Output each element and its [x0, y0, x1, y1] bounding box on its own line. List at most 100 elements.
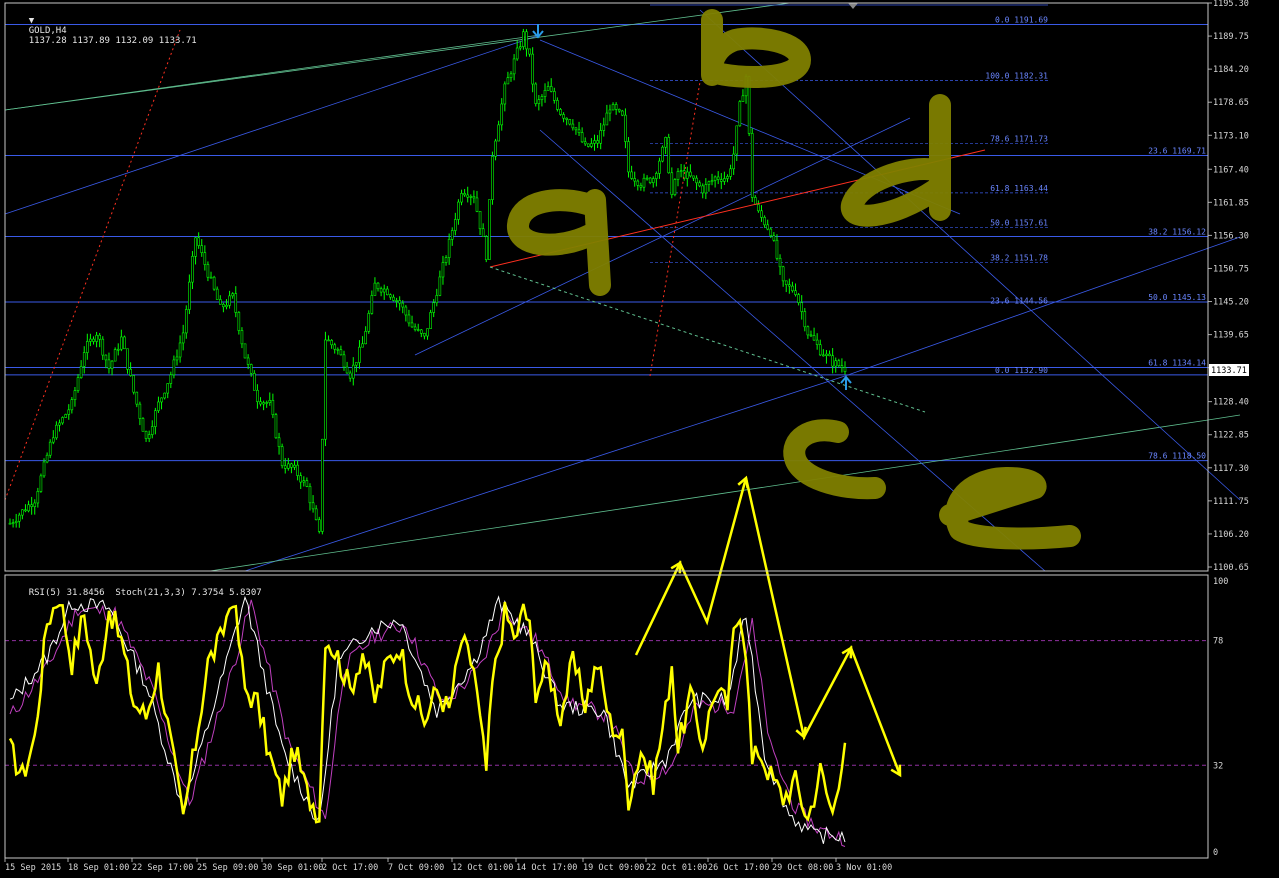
candle-body — [509, 73, 513, 78]
price-tick-label: 1128.40 — [1213, 398, 1249, 408]
price-tick-label: 1145.20 — [1213, 298, 1249, 308]
candle-body — [812, 335, 816, 341]
candle-body — [330, 340, 333, 346]
candle-body — [110, 360, 114, 369]
candle-body — [834, 360, 838, 367]
candle-body — [271, 400, 275, 415]
candle-body — [540, 96, 544, 100]
price-chart[interactable]: 0.0 1191.69 100.0 1182.31 78.6 1171.73 61.8… — [0, 0, 1279, 875]
price-tick-label: 1150.75 — [1213, 264, 1249, 274]
candle-body — [797, 294, 800, 303]
candle-body — [401, 302, 405, 308]
candle-body — [345, 366, 349, 374]
candle-body — [389, 294, 392, 298]
candle-body — [107, 359, 111, 369]
candle-body — [200, 245, 204, 253]
price-tick-label: 1173.10 — [1213, 131, 1249, 141]
candle-body — [370, 295, 374, 314]
candle-body — [324, 339, 327, 440]
candle-body — [809, 334, 813, 337]
candle-body — [757, 204, 760, 212]
time-tick-label: 25 Sep 09:00 — [197, 863, 258, 873]
candle-body — [815, 339, 819, 346]
candle-body — [234, 293, 238, 313]
candle-body — [89, 338, 92, 342]
candle-body — [58, 422, 61, 426]
candle-body — [503, 83, 507, 105]
candle-body — [206, 264, 210, 278]
indicator-readout: RSI(5) 31.8456 Stoch(21,3,3) 7.3754 5.83… — [28, 588, 262, 598]
candle-body — [86, 341, 89, 353]
candle-body — [45, 454, 49, 463]
candle-body — [447, 238, 451, 258]
candle-body — [457, 201, 460, 220]
candle-body — [382, 288, 386, 293]
candle-body — [463, 193, 466, 196]
candle-body — [828, 353, 831, 357]
candle-body — [732, 153, 735, 170]
candle-body — [689, 171, 692, 177]
candle-body — [290, 463, 293, 468]
candle-body — [141, 418, 145, 432]
candle-body — [373, 282, 377, 296]
candle-body — [113, 349, 117, 362]
candle-body — [268, 400, 272, 403]
chart-window[interactable]: 0.0 1191.69 100.0 1182.31 78.6 1171.73 61.8… — [0, 0, 1279, 875]
candle-body — [327, 339, 330, 342]
candle-body — [188, 281, 191, 310]
candle-body — [361, 343, 364, 348]
candle-body — [593, 140, 596, 144]
price-tick-label: 1117.30 — [1213, 464, 1249, 474]
candle-body — [766, 224, 769, 230]
candle-body — [546, 86, 550, 91]
candle-body — [429, 312, 432, 329]
fib-label: 23.6 1169.71 — [1148, 146, 1206, 155]
candle-body — [639, 185, 643, 188]
candle-body — [209, 276, 213, 279]
candle-body — [246, 357, 250, 365]
candle-body — [648, 177, 652, 183]
candle-body — [178, 342, 182, 358]
candle-body — [611, 104, 615, 111]
candle-body — [562, 114, 565, 119]
candle-body — [104, 354, 108, 361]
candle-body — [444, 257, 448, 263]
candle-body — [806, 326, 810, 336]
candle-body — [633, 178, 637, 182]
candle-body — [692, 175, 695, 179]
candle-body — [61, 417, 64, 424]
candle-body — [8, 522, 12, 525]
candle-body — [231, 293, 234, 297]
candle-body — [283, 465, 287, 469]
candle-body — [750, 133, 754, 198]
candle-body — [800, 302, 804, 312]
candle-body — [147, 434, 151, 439]
candle-body — [265, 402, 268, 404]
candle-body — [599, 130, 602, 144]
candle-body — [42, 461, 46, 477]
candle-body — [571, 123, 575, 129]
candle-body — [763, 217, 766, 226]
candle-body — [166, 383, 170, 394]
candle-body — [701, 185, 705, 194]
candle-body — [506, 77, 510, 85]
candle-body — [587, 143, 590, 147]
candle-body — [293, 464, 296, 468]
candle-body — [351, 364, 355, 379]
price-tick-label: 1195.30 — [1213, 0, 1249, 9]
candle-body — [475, 197, 479, 212]
candle-body — [416, 329, 420, 331]
candle-body — [729, 168, 732, 177]
candle-body — [466, 194, 470, 198]
collapse-triangle-icon[interactable]: ▼ — [29, 16, 34, 26]
candle-body — [413, 326, 417, 330]
candle-body — [676, 171, 680, 180]
price-tick-label: 1161.85 — [1213, 198, 1249, 208]
candle-body — [494, 140, 497, 157]
candle-body — [154, 410, 157, 427]
candle-body — [336, 348, 340, 351]
candle-body — [518, 46, 522, 49]
candle-body — [175, 356, 179, 361]
candle-body — [512, 58, 516, 75]
candle-body — [685, 171, 689, 179]
